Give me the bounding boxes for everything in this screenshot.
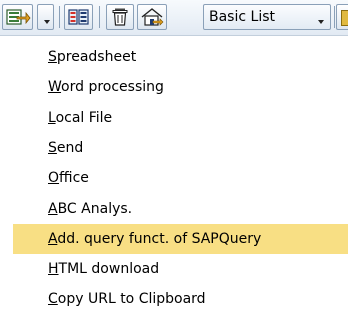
menu-item[interactable]: Spreadsheet <box>13 42 348 72</box>
menu-item-label: HTML download <box>48 261 159 277</box>
partial-toolbar-button[interactable] <box>336 4 348 30</box>
delete-button[interactable] <box>106 4 134 30</box>
menu-item-label-rest: dd. query funct. of SAPQuery <box>57 231 262 247</box>
chevron-down-icon <box>318 20 324 24</box>
menu-item-label-rest: opy URL to Clipboard <box>57 291 206 307</box>
menu-item-label: Send <box>48 140 83 156</box>
menu-item-mnemonic: A <box>48 231 58 247</box>
menu-item-label-rest: preadsheet <box>56 49 137 65</box>
layout-icon <box>68 9 89 25</box>
menu-item-mnemonic: C <box>48 291 58 307</box>
folder-icon <box>341 10 348 26</box>
menu-item-label-rest: ord processing <box>61 79 164 95</box>
menu-item[interactable]: Add. query funct. of SAPQuery <box>13 224 348 254</box>
menu-item[interactable]: Send <box>13 133 348 163</box>
menu-item-label: Word processing <box>48 79 164 95</box>
screen: Basic List Spreadsheet Word processing Loc… <box>0 0 348 329</box>
view-select-value: Basic List <box>209 9 275 25</box>
view-select[interactable]: Basic List <box>203 4 331 30</box>
export-icon <box>6 9 31 25</box>
menu-item-label-rest: end <box>56 140 84 156</box>
menu-item[interactable]: ABC Analys. <box>13 194 348 224</box>
menu-item-label: Local File <box>48 110 112 126</box>
menu-item-label-rest: TML download <box>58 261 160 277</box>
chevron-down-icon <box>44 20 50 24</box>
menu-item-mnemonic: S <box>48 140 57 156</box>
toolbar: Basic List <box>0 0 348 36</box>
layout-button[interactable] <box>64 4 93 30</box>
menu-item[interactable]: HTML download <box>13 254 348 284</box>
export-menu: Spreadsheet Word processing Local File Send… <box>0 36 348 329</box>
toolbar-separator <box>59 6 60 28</box>
menu-item-mnemonic: W <box>48 79 62 95</box>
toolbar-separator <box>334 6 335 28</box>
menu-item[interactable]: Copy URL to Clipboard <box>13 284 348 314</box>
menu-item-label: Office <box>48 170 89 186</box>
menu-item-label: Add. query funct. of SAPQuery <box>48 231 261 247</box>
menu-item-label: Copy URL to Clipboard <box>48 291 206 307</box>
menu-item-mnemonic: A <box>48 201 58 217</box>
menu-item-mnemonic: O <box>48 170 60 186</box>
trash-icon <box>112 8 128 26</box>
export-dropdown-button[interactable] <box>37 4 54 30</box>
menu-item-label-rest: ffice <box>59 170 89 186</box>
menu-item-mnemonic: H <box>48 261 59 277</box>
export-button[interactable] <box>2 4 33 30</box>
house-icon <box>141 8 164 26</box>
menu-item-mnemonic: S <box>48 49 57 65</box>
menu-item[interactable]: Office <box>13 163 348 193</box>
menu-item-label: Spreadsheet <box>48 49 136 65</box>
menu-item-mnemonic: L <box>48 110 56 126</box>
toolbar-separator <box>99 6 100 28</box>
save-layout-button[interactable] <box>137 4 167 30</box>
menu-item[interactable]: Word processing <box>13 72 348 102</box>
menu-item-label-rest: BC Analys. <box>57 201 133 217</box>
menu-item[interactable]: Local File <box>13 103 348 133</box>
menu-item-label-rest: ocal File <box>55 110 113 126</box>
menu-item-label: ABC Analys. <box>48 201 132 217</box>
